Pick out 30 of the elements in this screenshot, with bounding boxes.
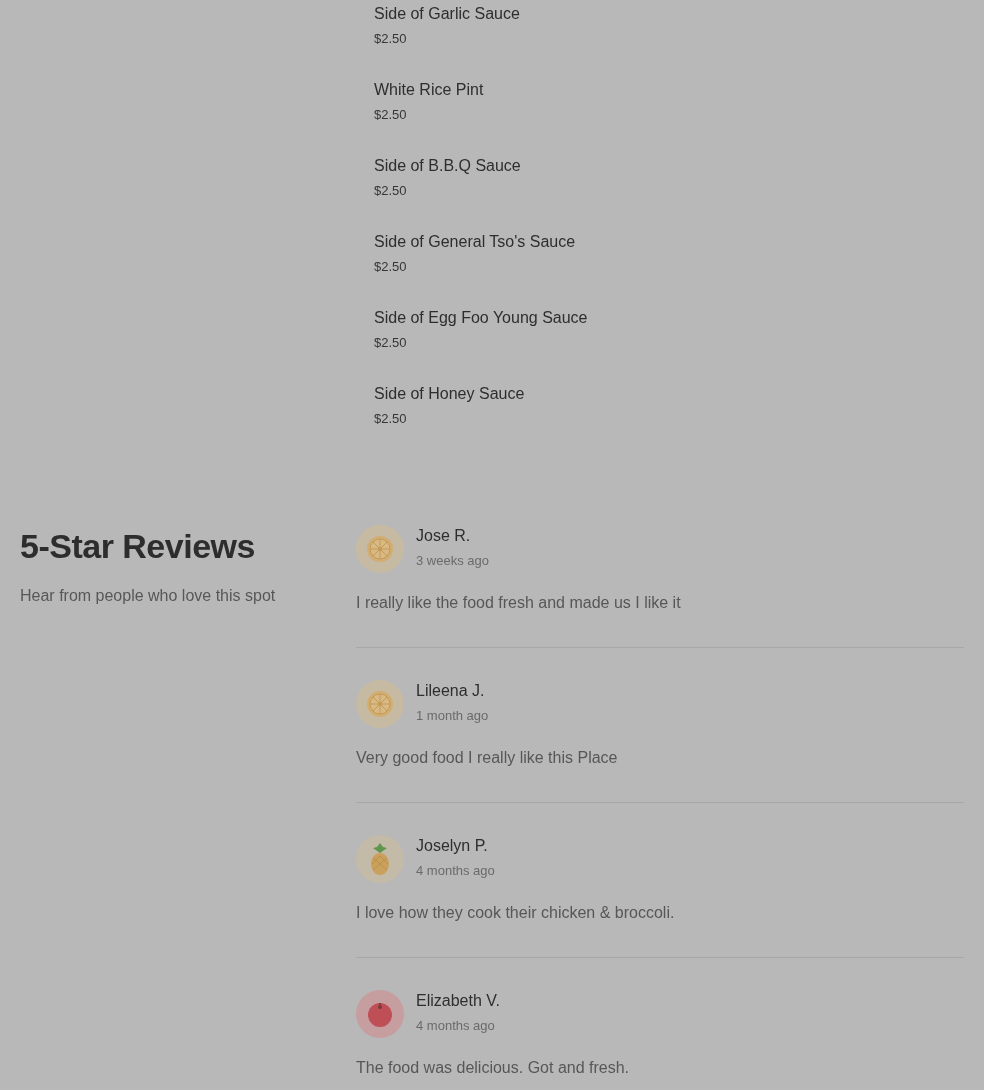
- menu-item-name: White Rice Pint: [374, 80, 484, 100]
- menu-item-name: Side of B.B.Q Sauce: [374, 156, 521, 176]
- menu-item-price: $2.50: [374, 334, 407, 352]
- menu-item-price: $2.50: [374, 410, 407, 428]
- menu-item-price: $2.50: [374, 30, 407, 48]
- menu-item-name: Side of Honey Sauce: [374, 384, 525, 404]
- review-time: 1 month ago: [416, 707, 489, 725]
- menu-item-price: $2.50: [374, 106, 407, 124]
- pineapple-icon: [356, 835, 404, 883]
- menu-item-name: Side of Egg Foo Young Sauce: [374, 308, 588, 328]
- review-time: 4 months ago: [416, 1017, 495, 1035]
- review-time: 3 weeks ago: [416, 552, 489, 570]
- reviewer-name: Lileena J.: [416, 681, 485, 701]
- reviewer-name: Elizabeth V.: [416, 991, 500, 1011]
- review-text: I love how they cook their chicken & broccoli.: [356, 903, 675, 923]
- review-text: Very good food I really like this Place: [356, 748, 618, 768]
- citrus-slice-icon: [356, 680, 404, 728]
- section-subtitle: Hear from people who love this spot: [20, 586, 276, 606]
- tomato-icon: [356, 990, 404, 1038]
- menu-item-price: $2.50: [374, 182, 407, 200]
- reviewer-name: Joselyn P.: [416, 836, 488, 856]
- menu-item-name: Side of Garlic Sauce: [374, 4, 520, 24]
- review-time: 4 months ago: [416, 862, 495, 880]
- review-text: The food was delicious. Got and fresh.: [356, 1058, 630, 1078]
- menu-item-name: Side of General Tso's Sauce: [374, 232, 576, 252]
- citrus-slice-icon: [356, 525, 404, 573]
- menu-item-price: $2.50: [374, 258, 407, 276]
- review-text: I really like the food fresh and made us I like it: [356, 593, 681, 613]
- section-title: 5-Star Reviews: [20, 526, 255, 566]
- reviewer-name: Jose R.: [416, 526, 471, 546]
